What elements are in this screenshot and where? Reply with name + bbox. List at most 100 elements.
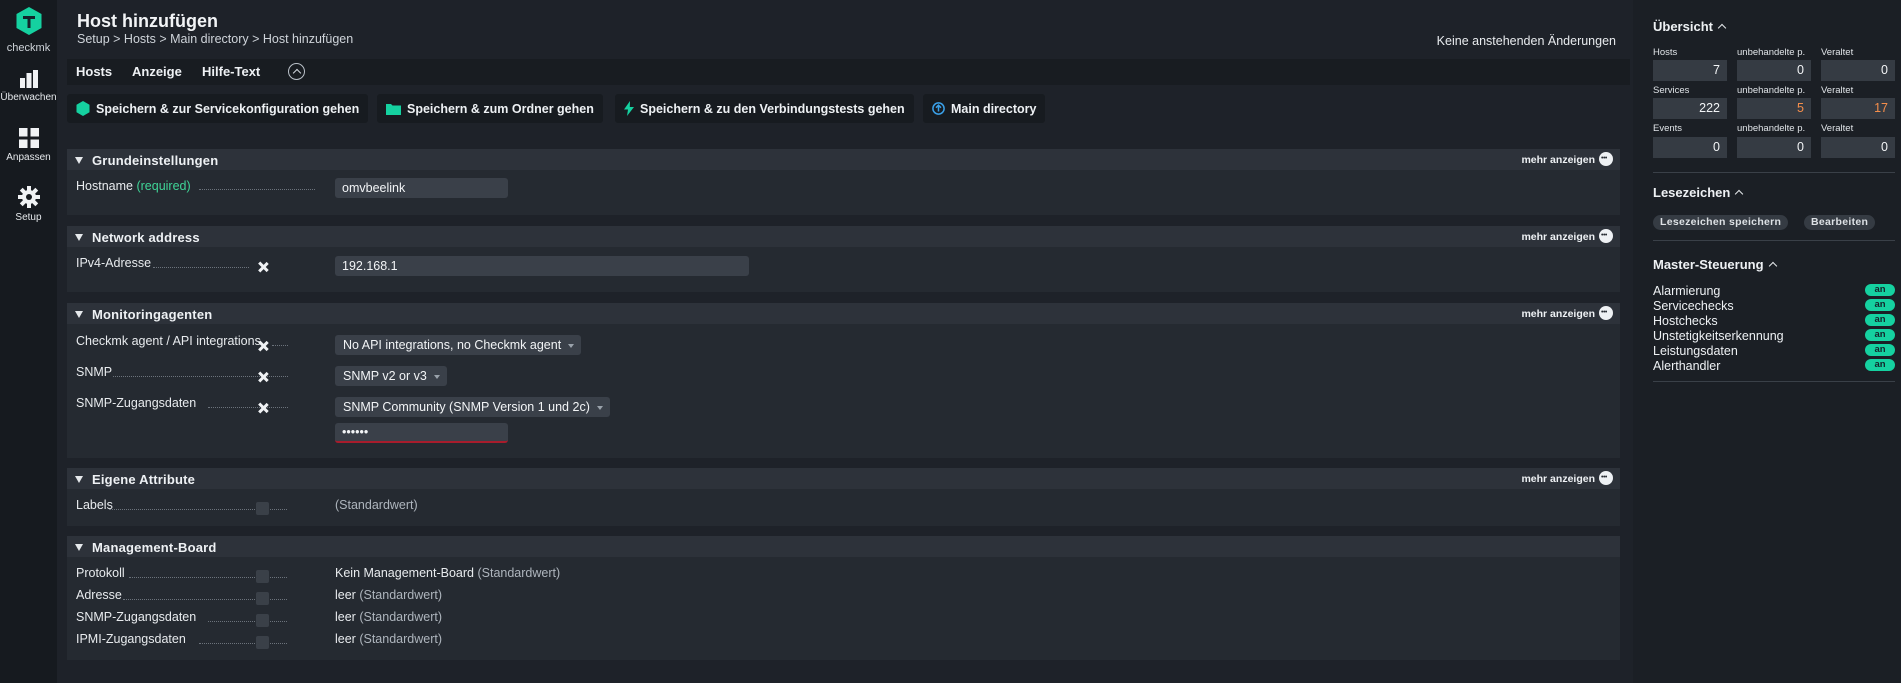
stat-label: Services — [1653, 85, 1690, 96]
toggle-on[interactable]: an — [1865, 299, 1895, 311]
remove-attribute-icon[interactable] — [258, 403, 268, 413]
save-folder-button[interactable]: Speichern & zum Ordner gehen — [377, 94, 603, 123]
hosts-stale[interactable]: 0 — [1821, 60, 1895, 81]
divider — [1653, 240, 1895, 241]
section-header[interactable]: Monitoringagenten mehr anzeigen — [67, 303, 1620, 324]
ipv4-input[interactable]: 192.168.1 — [335, 256, 749, 276]
save-connection-tests-button[interactable]: Speichern & zu den Verbindungstests gehe… — [615, 94, 914, 123]
overview-header[interactable]: Übersicht — [1653, 19, 1727, 34]
show-more-link[interactable]: mehr anzeigen — [1521, 154, 1595, 166]
hosts-total[interactable]: 7 — [1653, 60, 1727, 81]
toggle-on[interactable]: an — [1865, 344, 1895, 356]
more-options-icon[interactable] — [1599, 152, 1613, 166]
snmp-select[interactable]: SNMP v2 or v3 — [335, 366, 447, 386]
nav-item-setup[interactable]: Setup — [0, 186, 57, 223]
field-label: Checkmk agent / API integrations — [76, 334, 261, 348]
more-options-icon[interactable] — [1599, 471, 1613, 485]
collapse-menu-button[interactable] — [288, 63, 305, 80]
attribute-checkbox[interactable] — [256, 592, 269, 605]
section-basic-settings: Grundeinstellungen mehr anzeigen Hostnam… — [67, 149, 1620, 215]
hostname-input[interactable]: omvbeelink — [335, 178, 508, 198]
remove-attribute-icon[interactable] — [258, 262, 268, 272]
services-total[interactable]: 222 — [1653, 98, 1727, 119]
left-navigation: checkmk Überwachen Anpassen Setup — [0, 0, 57, 683]
more-options-icon[interactable] — [1599, 229, 1613, 243]
section-header[interactable]: Management-Board — [67, 536, 1620, 557]
lightning-icon — [624, 101, 634, 116]
toggle-on[interactable]: an — [1865, 329, 1895, 341]
master-control-header[interactable]: Master-Steuerung — [1653, 257, 1777, 272]
hosts-unhandled[interactable]: 0 — [1737, 60, 1811, 81]
menu-help[interactable]: Hilfe-Text — [202, 64, 260, 79]
grid-icon — [18, 128, 39, 148]
bookmarks-header[interactable]: Lesezeichen — [1653, 185, 1744, 200]
main-directory-button[interactable]: Main directory — [923, 94, 1046, 123]
stat-label: Veraltet — [1821, 123, 1854, 134]
toggle-on[interactable]: an — [1865, 284, 1895, 296]
master-control-flap-detection: Unstetigkeitserkennung an — [1653, 327, 1895, 343]
field-label: IPv4-Adresse — [76, 256, 152, 270]
section-header[interactable]: Network address mehr anzeigen — [67, 226, 1620, 247]
save-bookmark-button[interactable]: Lesezeichen speichern — [1653, 215, 1789, 230]
dotted-leader — [153, 267, 249, 268]
snmp-community-input[interactable]: •••••• — [335, 423, 508, 443]
nav-item-label: Setup — [15, 212, 42, 223]
events-total[interactable]: 0 — [1653, 137, 1727, 158]
menu-hosts[interactable]: Hosts — [76, 64, 112, 79]
master-control-performance-data: Leistungsdaten an — [1653, 342, 1895, 358]
gear-icon — [17, 186, 40, 208]
attribute-checkbox[interactable] — [256, 502, 269, 515]
ipmi-value: leer (Standardwert) — [335, 632, 443, 646]
divider — [1653, 381, 1895, 382]
stat-label: Events — [1653, 123, 1683, 134]
folder-icon — [386, 103, 401, 115]
services-stale[interactable]: 17 — [1821, 98, 1895, 119]
toggle-on[interactable]: an — [1865, 314, 1895, 326]
more-options-icon[interactable] — [1599, 306, 1613, 320]
attribute-checkbox[interactable] — [256, 570, 269, 583]
nav-item-monitor[interactable]: Überwachen — [0, 70, 57, 103]
toggle-on[interactable]: an — [1865, 359, 1895, 371]
attribute-checkbox[interactable] — [256, 636, 269, 649]
checkmk-logo[interactable]: checkmk — [0, 6, 57, 54]
chevron-up-icon — [1735, 189, 1744, 199]
collapse-triangle-icon — [75, 234, 83, 241]
remove-attribute-icon[interactable] — [258, 372, 268, 382]
show-more-link[interactable]: mehr anzeigen — [1521, 473, 1595, 485]
edit-bookmarks-button[interactable]: Bearbeiten — [1804, 215, 1876, 230]
form-row-labels: Labels (Standardwert) — [67, 497, 1620, 519]
section-title: Management-Board — [92, 540, 217, 555]
field-label: Hostname (required) — [76, 179, 191, 193]
form-row-snmp-credentials: SNMP-Zugangsdaten SNMP Community (SNMP V… — [67, 396, 1620, 418]
snmp-credentials-select[interactable]: SNMP Community (SNMP Version 1 und 2c) — [335, 397, 610, 417]
master-control-service-checks: Servicechecks an — [1653, 297, 1895, 313]
breadcrumb[interactable]: Setup > Hosts > Main directory > Host hi… — [77, 32, 353, 46]
show-more-link[interactable]: mehr anzeigen — [1521, 231, 1595, 243]
checkmk-logo-icon — [16, 7, 41, 35]
services-unhandled[interactable]: 5 — [1737, 98, 1811, 119]
events-unhandled[interactable]: 0 — [1737, 137, 1811, 158]
pending-changes[interactable]: Keine anstehenden Änderungen — [1437, 34, 1616, 48]
master-control-host-checks: Hostchecks an — [1653, 312, 1895, 328]
section-title: Eigene Attribute — [92, 472, 196, 487]
show-more-link[interactable]: mehr anzeigen — [1521, 308, 1595, 320]
address-value: leer (Standardwert) — [335, 588, 443, 602]
field-label: SNMP — [76, 365, 113, 379]
remove-attribute-icon[interactable] — [258, 341, 268, 351]
stat-label: unbehandelte p. — [1737, 85, 1806, 96]
nav-item-customize[interactable]: Anpassen — [0, 128, 57, 163]
dotted-leader — [199, 189, 315, 190]
events-stale[interactable]: 0 — [1821, 137, 1895, 158]
section-header[interactable]: Eigene Attribute mehr anzeigen — [67, 468, 1620, 489]
menu-display[interactable]: Anzeige — [132, 64, 182, 79]
page-menu-bar: Hosts Anzeige Hilfe-Text — [67, 59, 1630, 85]
attribute-checkbox[interactable] — [256, 614, 269, 627]
section-header[interactable]: Grundeinstellungen mehr anzeigen — [67, 149, 1620, 170]
field-label: IPMI-Zugangsdaten — [76, 632, 186, 646]
button-label: Speichern & zum Ordner gehen — [407, 101, 594, 116]
hexagon-icon — [76, 101, 90, 116]
agent-select[interactable]: No API integrations, no Checkmk agent — [335, 335, 582, 355]
form-row-ipmi: IPMI-Zugangsdaten leer (Standardwert) — [67, 631, 1620, 653]
save-service-config-button[interactable]: Speichern & zur Servicekonfiguration geh… — [67, 94, 369, 123]
protocol-value: Kein Management-Board (Standardwert) — [335, 566, 561, 580]
